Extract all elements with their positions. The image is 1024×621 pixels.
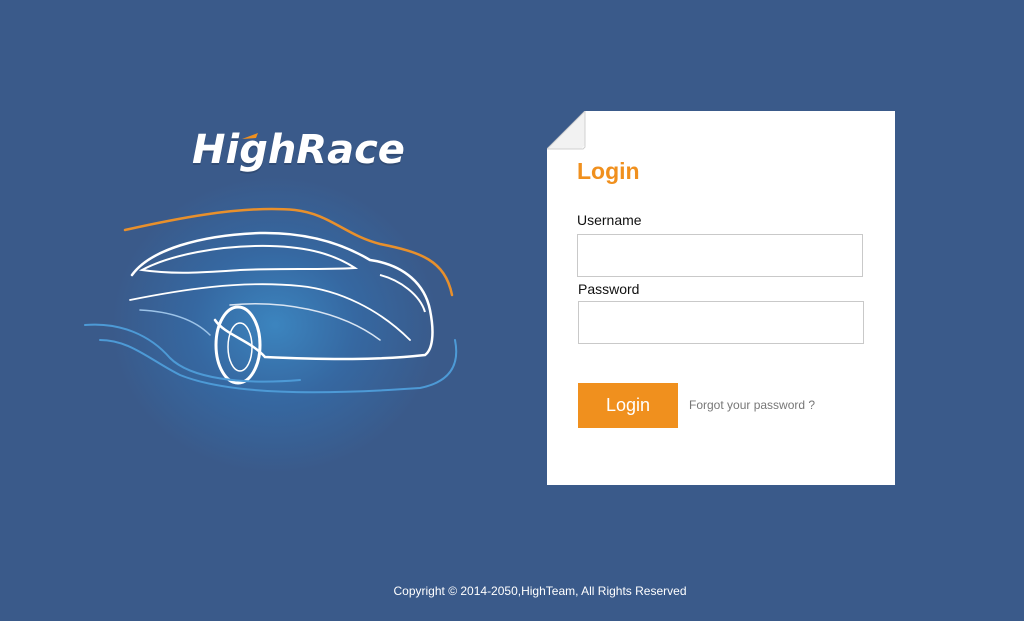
brand-area: HighRace <box>80 120 480 480</box>
password-label: Password <box>578 281 640 297</box>
copyright-text: Copyright © 2014-2050,HighTeam, All Righ… <box>393 584 687 598</box>
login-button[interactable]: Login <box>578 383 678 428</box>
highrace-logo: HighRace <box>192 125 405 185</box>
logo-text: HighRace <box>192 127 405 173</box>
car-illustration <box>84 207 458 394</box>
login-card: Login Username Password Login Forgot you… <box>547 111 895 485</box>
forgot-password-link[interactable]: Forgot your password ? <box>689 398 815 412</box>
page-fold-icon <box>547 111 586 150</box>
username-input[interactable] <box>577 234 863 277</box>
logo-accent-icon <box>242 133 258 139</box>
password-input[interactable] <box>578 301 864 344</box>
username-label: Username <box>577 212 642 228</box>
login-title: Login <box>577 158 640 184</box>
